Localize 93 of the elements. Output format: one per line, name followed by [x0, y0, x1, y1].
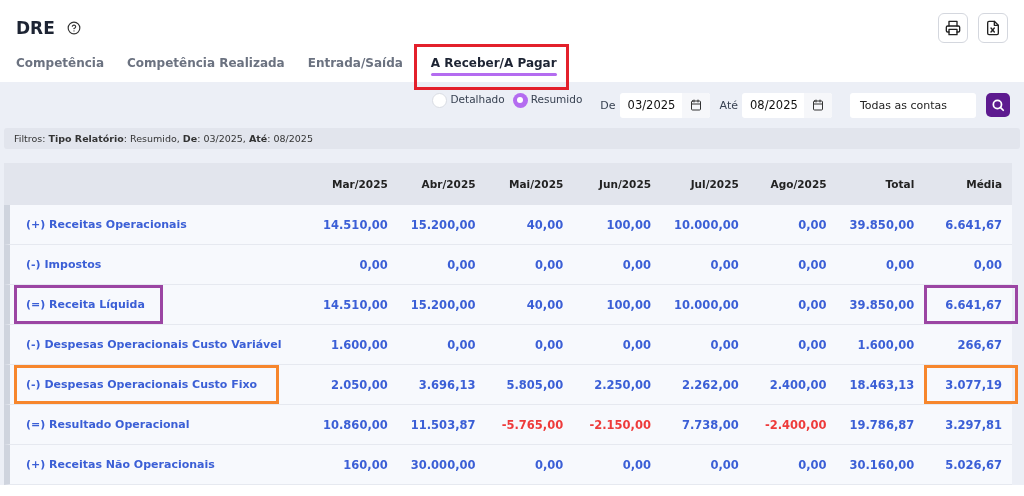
table-cell: 1.600,00: [836, 325, 925, 365]
table-cell: 0,00: [573, 325, 661, 365]
table-cell: 40,00: [485, 205, 574, 245]
table-cell: 2.250,00: [573, 365, 661, 405]
table-cell: 15.200,00: [397, 285, 486, 325]
table-cell: 0,00: [924, 245, 1012, 285]
table-cell: 2.262,00: [661, 365, 749, 405]
column-header: Abr/2025: [397, 163, 486, 205]
table-cell: 3.696,13: [397, 365, 486, 405]
table-cell: 0,00: [661, 245, 749, 285]
table-cell: 10.000,00: [661, 205, 749, 245]
table-cell: 1.600,00: [310, 325, 398, 365]
table-cell: 18.463,13: [836, 365, 925, 405]
table-cell: 6.641,67: [924, 285, 1012, 325]
calendar-button[interactable]: [681, 92, 710, 118]
table-cell: 5.805,00: [485, 365, 574, 405]
row-label[interactable]: (+) Receitas Operacionais: [26, 218, 187, 231]
tab[interactable]: Entrada/Saída: [307, 48, 403, 82]
table-cell: 0,00: [397, 325, 486, 365]
row-label[interactable]: (=) Receita Líquida: [26, 298, 145, 311]
row-label[interactable]: (-) Despesas Operacionais Custo Variável: [26, 338, 282, 351]
column-header: Jun/2025: [573, 163, 661, 205]
tab[interactable]: Competência Realizada: [127, 48, 285, 82]
tab[interactable]: A Receber/A Pagar: [430, 48, 557, 82]
table-cell: 30.160,00: [836, 445, 925, 485]
printer-icon: [945, 20, 961, 36]
table-cell: 0,00: [485, 445, 574, 485]
table-cell: -5.765,00: [485, 405, 574, 445]
table-cell: 39.850,00: [836, 285, 925, 325]
table-cell: 11.503,87: [397, 405, 486, 445]
table-cell: 0,00: [661, 445, 749, 485]
table-cell: 3.297,81: [924, 405, 1012, 445]
table-cell: 19.786,87: [836, 405, 925, 445]
table-cell: 7.738,00: [661, 405, 749, 445]
table-cell: 0,00: [748, 445, 837, 485]
calendar-icon: [689, 99, 702, 111]
spreadsheet-file-icon: [985, 20, 1001, 36]
calendar-icon: [812, 99, 824, 111]
table-cell: 0,00: [748, 285, 837, 325]
table-cell: 10.000,00: [661, 285, 749, 325]
table-cell: 266,67: [924, 325, 1012, 365]
print-button[interactable]: [938, 13, 968, 43]
table-cell: 30.000,00: [397, 445, 486, 485]
table-cell: 5.026,67: [924, 445, 1012, 485]
radio-option[interactable]: Resumido: [512, 92, 583, 108]
table-cell: 14.510,00: [310, 205, 398, 245]
table-cell: 0,00: [310, 245, 398, 285]
search-icon: [991, 98, 1005, 112]
table-cell: 15.200,00: [397, 205, 486, 245]
column-header: Mai/2025: [485, 163, 574, 205]
table-cell: 6.641,67: [924, 205, 1012, 245]
table-cell: 0,00: [485, 245, 574, 285]
table-cell: 3.077,19: [924, 365, 1012, 405]
table-cell: 0,00: [661, 325, 749, 365]
table-cell: 14.510,00: [310, 285, 398, 325]
search-button[interactable]: [986, 93, 1010, 117]
table-cell: 0,00: [748, 245, 837, 285]
column-header: Média: [924, 163, 1012, 205]
row-label[interactable]: (-) Despesas Operacionais Custo Fixo: [26, 378, 258, 391]
page-title: DRE: [16, 18, 55, 38]
field-label: Até: [719, 98, 738, 112]
table-cell: 40,00: [485, 285, 574, 325]
tab[interactable]: Competência: [16, 48, 105, 82]
field-label: De: [600, 98, 616, 112]
help-icon[interactable]: [66, 21, 81, 35]
row-label[interactable]: (-) Impostos: [26, 258, 102, 271]
row-label[interactable]: (+) Receitas Não Operacionais: [26, 458, 215, 471]
table-cell: 0,00: [397, 245, 486, 285]
radio-option[interactable]: Detalhado: [432, 92, 505, 108]
table-cell: 100,00: [573, 205, 661, 245]
filter-summary: Filtros: Tipo Relatório: Resumido, De: 03/2025, Até: 08/2025: [4, 128, 1020, 149]
table-cell: 0,00: [573, 245, 661, 285]
column-header: Ago/2025: [748, 163, 837, 205]
table-cell: 0,00: [485, 325, 574, 365]
table-cell: 0,00: [836, 245, 925, 285]
table-cell: 0,00: [573, 445, 661, 485]
table-cell: 10.860,00: [310, 405, 398, 445]
column-header: Total: [836, 163, 925, 205]
excel-export-button[interactable]: [978, 13, 1008, 43]
table-cell: 100,00: [573, 285, 661, 325]
account-select[interactable]: Todas as contas: [850, 92, 976, 118]
column-header: Jul/2025: [661, 163, 749, 205]
table-cell: 2.400,00: [748, 365, 837, 405]
table-cell: -2.150,00: [573, 405, 661, 445]
column-header: Mar/2025: [310, 163, 398, 205]
table-cell: 39.850,00: [836, 205, 925, 245]
table-cell: -2.400,00: [748, 405, 837, 445]
table-cell: 0,00: [748, 205, 837, 245]
calendar-button[interactable]: [804, 92, 832, 118]
table-cell: 160,00: [310, 445, 398, 485]
table-cell: 2.050,00: [310, 365, 398, 405]
row-label[interactable]: (=) Resultado Operacional: [26, 418, 190, 431]
table-cell: 0,00: [748, 325, 837, 365]
